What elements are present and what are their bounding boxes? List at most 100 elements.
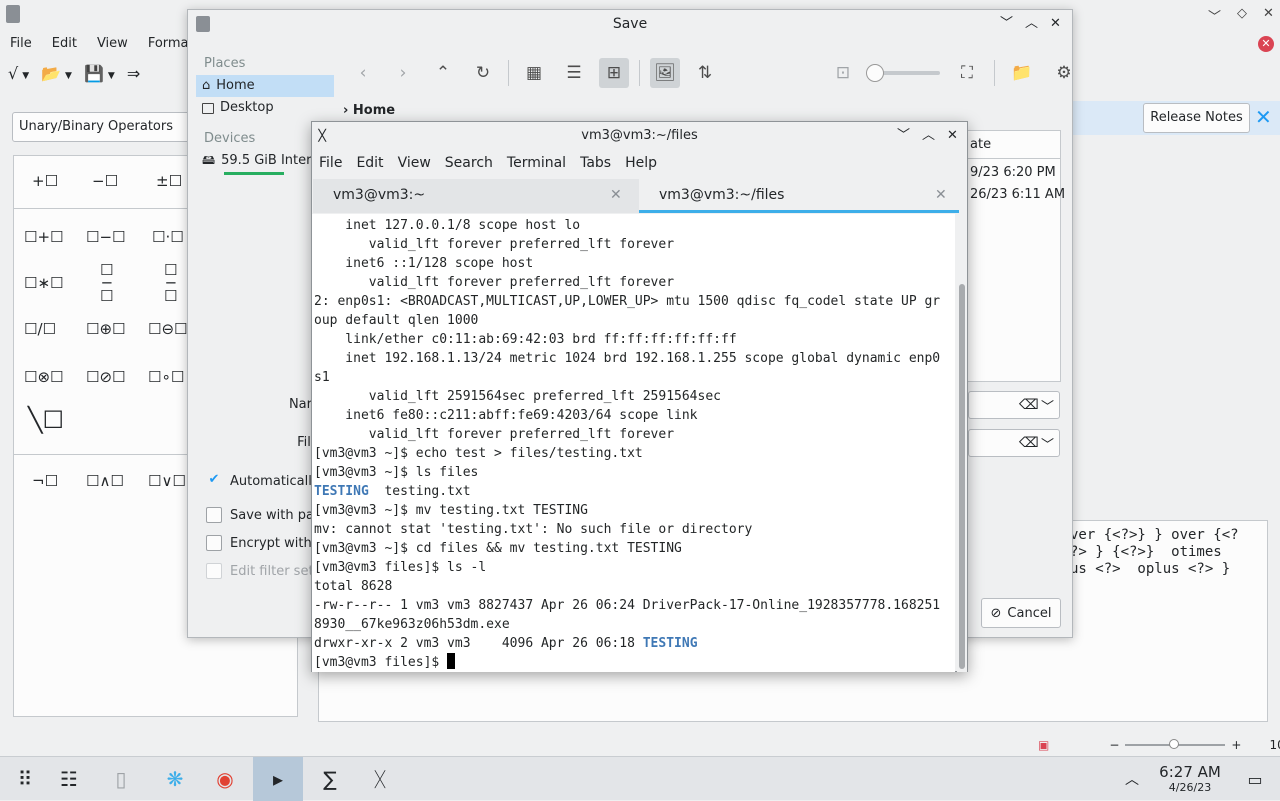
open-icon[interactable]: 📂 [41, 64, 61, 92]
maximize-icon[interactable]: ︿ [922, 124, 935, 148]
minimize-icon[interactable]: ﹀ [897, 124, 910, 148]
element-backslash[interactable]: ╲☐ [28, 406, 64, 434]
close-icon[interactable]: ✕ [1050, 12, 1061, 36]
element-odivide[interactable]: ☐⊘☐ [86, 368, 125, 386]
terminal-task-icon[interactable]: ▸ [253, 757, 303, 801]
show-desktop-icon[interactable]: ▭ [1230, 757, 1280, 801]
reload-icon[interactable]: ↻ [468, 58, 498, 88]
forward-icon[interactable]: › [388, 58, 418, 88]
zoom-in-icon[interactable]: ⛶ [952, 58, 982, 88]
document-icon[interactable]: ▯ [96, 757, 146, 801]
element-times[interactable]: ☐∗☐ [24, 274, 63, 292]
save-dialog-title: Save [612, 16, 648, 32]
system-settings-icon[interactable]: ☷ [44, 757, 94, 801]
clear-icon[interactable]: ⌫ [1019, 397, 1039, 413]
sort-icon[interactable]: ⇅ [690, 58, 720, 88]
element-subtract[interactable]: ☐−☐ [86, 228, 125, 246]
minimize-icon[interactable]: ﹀ [1000, 12, 1013, 36]
chevron-down-icon[interactable]: ﹀ [1041, 434, 1054, 453]
icon-size-slider[interactable] [866, 64, 940, 82]
preview-icon[interactable]: 🖼 [650, 58, 680, 88]
terminal-scrollbar[interactable] [957, 214, 967, 672]
menu-edit[interactable]: Edit [349, 152, 390, 176]
element-cdot[interactable]: ☐·☐ [152, 228, 184, 246]
element-plus-minus[interactable]: ±☐ [156, 172, 182, 190]
menu-edit[interactable]: Edit [42, 32, 87, 56]
chevron-down-icon[interactable]: ﹀ [1041, 396, 1054, 415]
keep-above-icon[interactable]: ◇ [1237, 6, 1247, 25]
zoom-in-button[interactable]: + [1231, 738, 1241, 752]
formula-icon[interactable]: √ [8, 64, 18, 92]
tab-home[interactable]: vm3@vm3:~ ✕ [313, 179, 639, 213]
scrollbar-thumb[interactable] [959, 284, 965, 669]
close-tab-icon[interactable]: ✕ [610, 187, 622, 203]
element-oplus[interactable]: ☐⊕☐ [86, 320, 125, 338]
element-fraction[interactable]: ☐ ─ ☐ [100, 263, 113, 304]
zoom-slider[interactable] [1125, 739, 1226, 749]
parent-folder-icon[interactable]: ⌃ [428, 58, 458, 88]
math-task-icon[interactable]: ∑ [305, 757, 355, 801]
close-tab-icon[interactable]: ✕ [935, 187, 947, 203]
element-and[interactable]: ☐∧☐ [86, 472, 124, 490]
zoom-out-button[interactable]: − [1109, 738, 1119, 752]
place-desktop[interactable]: Desktop [196, 97, 336, 119]
menu-file[interactable]: File [0, 32, 42, 56]
name-label: Nar [288, 397, 312, 412]
xterm-task-icon[interactable]: ᚷ [355, 757, 405, 801]
elements-category-select[interactable]: Unary/Binary Operators [12, 112, 192, 142]
menu-help[interactable]: Help [618, 152, 664, 176]
release-notes-button[interactable]: Release Notes [1143, 103, 1250, 133]
name-field[interactable]: ⌫ ﹀ [968, 391, 1060, 419]
breadcrumb[interactable]: › Home [343, 103, 395, 118]
minimize-icon[interactable]: ﹀ [1208, 6, 1221, 25]
clock[interactable]: 6:27 AM 4/26/23 [1150, 763, 1230, 794]
terminal-output[interactable]: inet 127.0.0.1/8 scope host lo valid_lft… [312, 214, 955, 672]
encrypt-gpg-checkbox[interactable]: Encrypt with G [206, 535, 326, 551]
close-banner-icon[interactable]: ✕ [1255, 106, 1277, 128]
menu-search[interactable]: Search [438, 152, 500, 176]
terminal-line: inet 192.168.1.13/24 metric 1024 brd 192… [314, 351, 941, 366]
tab-files[interactable]: vm3@vm3:~/files ✕ [639, 179, 959, 213]
element-slash[interactable]: ☐/☐ [24, 320, 56, 338]
menu-tabs[interactable]: Tabs [573, 152, 618, 176]
menu-view[interactable]: View [87, 32, 138, 56]
save-icon[interactable]: 💾 [84, 64, 104, 92]
compact-view-icon[interactable]: ☰ [559, 58, 589, 88]
menu-file[interactable]: File [312, 152, 349, 176]
icons-view-icon[interactable]: ▦ [519, 58, 549, 88]
menu-view[interactable]: View [391, 152, 438, 176]
close-icon[interactable]: ✕ [1263, 6, 1274, 25]
back-icon[interactable]: ‹ [348, 58, 378, 88]
element-minus[interactable]: −☐ [92, 172, 118, 190]
close-icon[interactable]: ✕ [947, 124, 958, 148]
file-date[interactable]: 26/23 6:11 AM [970, 187, 1065, 202]
element-otimes[interactable]: ☐⊗☐ [24, 368, 63, 386]
options-icon[interactable]: ⚙ [1049, 58, 1079, 88]
zoom-out-icon[interactable]: ⊡ [828, 58, 858, 88]
clear-icon[interactable]: ⌫ [1019, 435, 1039, 451]
element-neg[interactable]: ¬☐ [32, 472, 58, 490]
maximize-icon[interactable]: ︿ [1025, 12, 1038, 36]
element-plus[interactable]: +☐ [32, 172, 58, 190]
close-document-icon[interactable]: ✕ [1258, 36, 1274, 52]
menu-terminal[interactable]: Terminal [500, 152, 573, 176]
element-circ[interactable]: ☐∘☐ [148, 368, 184, 386]
element-ominus[interactable]: ☐⊖☐ [148, 320, 187, 338]
app-launcher-icon[interactable]: ⠿ [0, 757, 50, 801]
new-folder-icon[interactable]: 📁 [1007, 58, 1037, 88]
cancel-button[interactable]: ⊘ Cancel [981, 598, 1061, 628]
file-manager-icon[interactable]: ❋ [150, 757, 200, 801]
export-icon[interactable]: ⇒ [127, 64, 140, 92]
file-list[interactable]: ate 9/23 6:20 PM 26/23 6:11 AM [963, 130, 1065, 382]
filter-field[interactable]: ⌫ ﹀ [968, 429, 1060, 457]
place-home[interactable]: ⌂ Home [196, 75, 334, 97]
element-add[interactable]: ☐+☐ [24, 228, 63, 246]
save-with-password-checkbox[interactable]: Save with pas [206, 507, 321, 523]
file-date[interactable]: 9/23 6:20 PM [970, 165, 1056, 180]
chrome-icon[interactable]: ◉ [200, 757, 250, 801]
detailed-view-icon[interactable]: ⊞ [599, 58, 629, 88]
tray-expand-icon[interactable]: ︿ [1110, 757, 1154, 801]
element-wide-fraction[interactable]: ☐ ─ ☐ [164, 263, 177, 304]
element-or[interactable]: ☐∨☐ [148, 472, 186, 490]
date-column-header[interactable]: ate [964, 131, 1060, 159]
